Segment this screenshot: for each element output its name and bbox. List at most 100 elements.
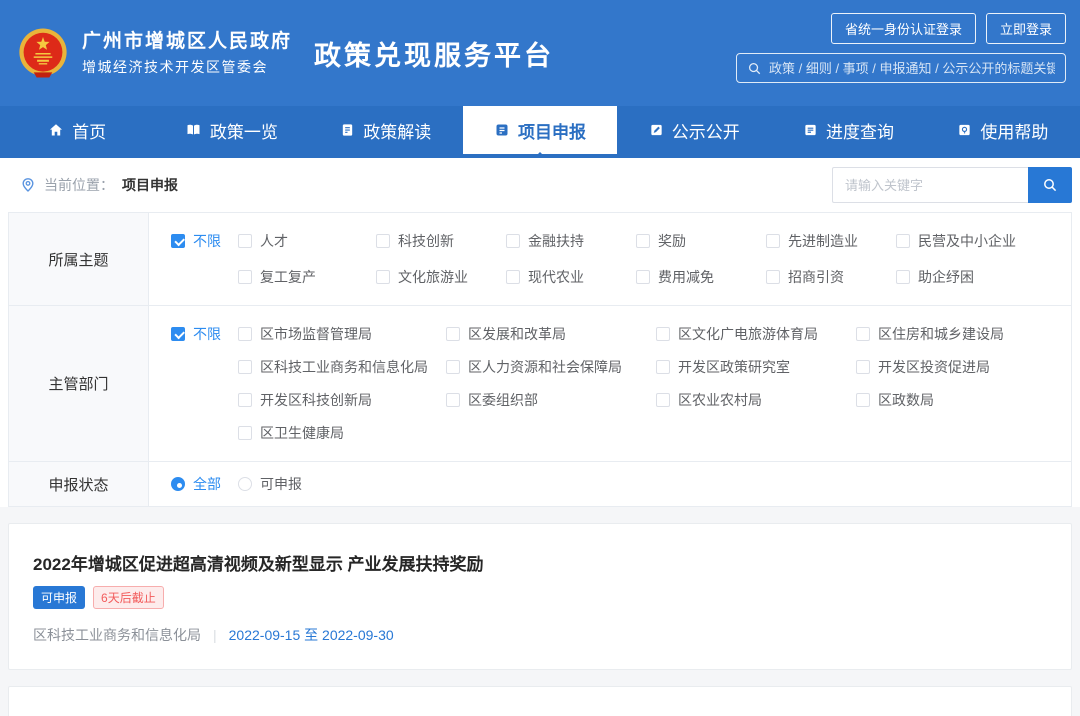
- topic-option[interactable]: 复工复产: [238, 261, 376, 293]
- nav-label: 项目申报: [518, 118, 586, 143]
- topic-option[interactable]: 费用减免: [636, 261, 766, 293]
- filter-row-status: 申报状态 全部可申报: [9, 462, 1071, 506]
- checkbox-icon: [446, 393, 460, 407]
- option-label: 区科技工业商务和信息化局: [260, 357, 428, 377]
- topic-option[interactable]: 招商引资: [766, 261, 896, 293]
- checkbox-icon: [238, 327, 252, 341]
- department-option[interactable]: 区文化广电旅游体育局: [656, 318, 856, 350]
- option-label: 开发区政策研究室: [678, 357, 790, 377]
- radio-icon: [171, 477, 185, 491]
- checkbox-icon: [238, 426, 252, 440]
- option-label: 区委组织部: [468, 390, 538, 410]
- status-radio-all[interactable]: 全部: [171, 474, 238, 494]
- department-all-checkbox[interactable]: 不限: [171, 318, 238, 350]
- topic-option[interactable]: 民营及中小企业: [896, 225, 1071, 257]
- option-label: 科技创新: [398, 231, 454, 251]
- department-option[interactable]: 区农业农村局: [656, 384, 856, 416]
- option-label: 先进制造业: [788, 231, 858, 251]
- department-option[interactable]: 区委组织部: [446, 384, 656, 416]
- results-list: 2022年增城区促进超高清视频及新型显示 产业发展扶持奖励 可申报 6天后截止 …: [0, 507, 1080, 716]
- topic-option[interactable]: 奖励: [636, 225, 766, 257]
- checkbox-icon: [446, 360, 460, 374]
- option-label: 复工复产: [260, 267, 316, 287]
- nav-item-progress-query[interactable]: 进度查询: [771, 106, 925, 154]
- policy-title[interactable]: 2022年增城区促进超高清视频及新型显示 产业发展扶持奖励: [33, 550, 1047, 575]
- nav-item-policy-list[interactable]: 政策一览: [154, 106, 308, 154]
- book-icon: [185, 122, 202, 138]
- topic-all-checkbox[interactable]: 不限: [171, 225, 238, 257]
- nav-item-home[interactable]: 首页: [0, 106, 154, 154]
- status-badge: 可申报: [33, 586, 85, 609]
- keyword-search-input[interactable]: [832, 167, 1028, 203]
- policy-department: 区科技工业商务和信息化局: [33, 625, 201, 645]
- topic-option[interactable]: 文化旅游业: [376, 261, 506, 293]
- status-radio-available[interactable]: 可申报: [238, 474, 302, 494]
- nav-label: 政策一览: [210, 118, 278, 143]
- checkbox-icon: [766, 234, 780, 248]
- checkbox-icon: [856, 360, 870, 374]
- department-option[interactable]: 开发区科技创新局: [238, 384, 446, 416]
- breadcrumb-prefix: 当前位置：: [44, 175, 114, 195]
- search-icon: [747, 61, 762, 76]
- checkbox-icon: [238, 270, 252, 284]
- checkbox-icon: [856, 327, 870, 341]
- topic-option[interactable]: 金融扶持: [506, 225, 636, 257]
- header-search[interactable]: [736, 53, 1066, 83]
- topic-option[interactable]: 科技创新: [376, 225, 506, 257]
- policy-card[interactable]: 2022年增城区促进超高清视频及新型显示 产业发展扶持奖励 可申报 6天后截止 …: [8, 523, 1072, 670]
- department-option[interactable]: 区科技工业商务和信息化局: [238, 351, 446, 383]
- nav-item-public-notice[interactable]: 公示公开: [617, 106, 771, 154]
- option-label: 金融扶持: [528, 231, 584, 251]
- checkbox-icon: [896, 270, 910, 284]
- checkbox-icon: [376, 270, 390, 284]
- checkbox-icon: [238, 393, 252, 407]
- topic-options: 人才 科技创新 金融扶持 奖励 先进制造业 民营及中小企业复工复产 文化旅游业 现代农业 费用减…: [238, 225, 1071, 293]
- department-option[interactable]: 区人力资源和社会保障局: [446, 351, 656, 383]
- option-label: 区人力资源和社会保障局: [468, 357, 622, 377]
- filter-label-topic: 所属主题: [9, 213, 149, 305]
- policy-card[interactable]: 2022年度增城区促进文化旅游体育产业高质量发展扶持奖励 可申报 6天后截止 区…: [8, 686, 1072, 716]
- topic-option[interactable]: 现代农业: [506, 261, 636, 293]
- nav-item-help[interactable]: 使用帮助: [926, 106, 1080, 154]
- department-option[interactable]: 区市场监督管理局: [238, 318, 446, 350]
- location-pin-icon: [20, 177, 36, 193]
- nav-label: 使用帮助: [980, 118, 1048, 143]
- radio-icon: [238, 477, 252, 491]
- option-label: 区发展和改革局: [468, 324, 566, 344]
- header-right: 省统一身份认证登录 立即登录: [736, 0, 1066, 106]
- department-options: 区市场监督管理局 区发展和改革局 区文化广电旅游体育局区住房和城乡建设局区科技工业商…: [238, 318, 1071, 449]
- branding: 广州市增城区人民政府 增城经济技术开发区管委会 政策兑现服务平台: [16, 0, 554, 106]
- filter-row-topic: 所属主题 不限 人才 科技创新 金融扶持 奖励 先进制造业 民营及中小企业复工复产 文化旅游…: [9, 213, 1071, 306]
- header-search-input[interactable]: [769, 61, 1055, 76]
- platform-title: 政策兑现服务平台: [314, 34, 554, 73]
- option-label: 民营及中小企业: [918, 231, 1016, 251]
- department-option[interactable]: 开发区政策研究室: [656, 351, 856, 383]
- nav-item-policy-interpretation[interactable]: 政策解读: [309, 106, 463, 154]
- department-option[interactable]: 区住房和城乡建设局: [856, 318, 1071, 350]
- gov-names: 广州市增城区人民政府 增城经济技术开发区管委会: [82, 29, 292, 77]
- option-label: 不限: [193, 324, 221, 344]
- department-option[interactable]: 开发区投资促进局: [856, 351, 1071, 383]
- policy-date-range: 2022-09-15 至 2022-09-30: [229, 625, 394, 645]
- search-icon: [1042, 177, 1058, 193]
- option-label: 现代农业: [528, 267, 584, 287]
- option-label: 区农业农村局: [678, 390, 762, 410]
- progress-icon: [803, 122, 818, 138]
- topic-option[interactable]: 助企纾困: [896, 261, 1071, 293]
- topic-option[interactable]: 先进制造业: [766, 225, 896, 257]
- department-option[interactable]: 区发展和改革局: [446, 318, 656, 350]
- nav-label: 首页: [72, 118, 106, 143]
- nav-item-project-application[interactable]: 项目申报: [463, 106, 617, 154]
- sso-login-button[interactable]: 省统一身份认证登录: [831, 13, 976, 44]
- filter-label-department: 主管部门: [9, 306, 149, 461]
- login-button[interactable]: 立即登录: [986, 13, 1066, 44]
- checkbox-icon: [896, 234, 910, 248]
- option-label: 区政数局: [878, 390, 934, 410]
- deadline-badge: 6天后截止: [93, 586, 164, 609]
- edit-icon: [649, 122, 664, 138]
- option-label: 不限: [193, 231, 221, 251]
- department-option[interactable]: 区政数局: [856, 384, 1071, 416]
- keyword-search-button[interactable]: [1028, 167, 1072, 203]
- topic-option[interactable]: 人才: [238, 225, 376, 257]
- department-option[interactable]: 区卫生健康局: [238, 417, 446, 449]
